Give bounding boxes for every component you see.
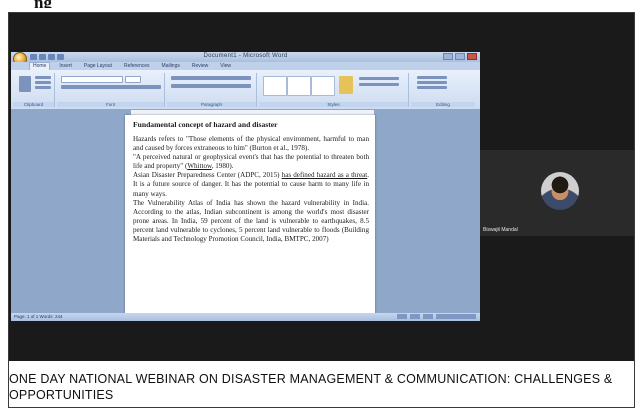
copy-icon[interactable] — [35, 81, 51, 84]
paragraph-2-underlined: Whittow — [187, 162, 212, 171]
paragraph-3: Asian Disaster Preparedness Center (ADPC… — [133, 171, 369, 198]
group-clipboard: Clipboard — [13, 73, 55, 107]
change-styles-icon[interactable] — [339, 76, 353, 94]
select-button-icon[interactable] — [417, 86, 447, 89]
cut-icon[interactable] — [35, 76, 51, 79]
tab-view[interactable]: View — [217, 62, 234, 70]
word-status-bar: Page: 1 of 1 Words: 244 — [11, 313, 480, 321]
group-label-editing: Editing — [411, 102, 475, 107]
ribbon-tabs: Home Insert Page Layout References Maili… — [11, 62, 480, 70]
replace-button-icon[interactable] — [417, 81, 447, 84]
status-page-info: Page: 1 of 1 Words: 244 — [14, 314, 63, 319]
paragraph-2-text-a: "A perceived natural or geophysical even… — [133, 153, 369, 171]
font-name-dropdown[interactable] — [61, 76, 123, 83]
alignment-buttons[interactable] — [171, 84, 251, 88]
style-no-spacing[interactable] — [287, 76, 311, 96]
tab-review[interactable]: Review — [189, 62, 211, 70]
group-font: Font — [57, 73, 165, 107]
paragraph-2-text-b: , 1980). — [211, 162, 234, 171]
quick-access-toolbar[interactable] — [30, 54, 64, 60]
font-size-dropdown[interactable] — [125, 76, 141, 83]
paragraph-4: The Vulnerability Atlas of India has sho… — [133, 198, 369, 244]
group-label-styles: Styles — [259, 102, 408, 107]
group-editing: Editing — [411, 73, 475, 107]
group-label-clipboard: Clipboard — [13, 102, 54, 107]
window-controls[interactable] — [443, 53, 477, 60]
style-normal[interactable] — [263, 76, 287, 96]
group-paragraph: Paragraph — [167, 73, 257, 107]
format-painter-icon[interactable] — [35, 86, 51, 89]
tab-home[interactable]: Home — [29, 62, 51, 70]
font-format-buttons[interactable] — [61, 85, 161, 89]
group-label-font: Font — [57, 102, 164, 107]
tab-insert[interactable]: Insert — [56, 62, 75, 70]
word-title-bar: Document1 - Microsoft Word — [11, 52, 480, 62]
style-heading-1[interactable] — [311, 76, 335, 96]
select-icon[interactable] — [359, 77, 399, 80]
webinar-caption: ONE DAY NATIONAL WEBINAR ON DISASTER MAN… — [9, 372, 613, 402]
word-window-title: Document1 - Microsoft Word — [203, 53, 288, 59]
find-icon[interactable] — [417, 76, 447, 79]
paragraph-1: Hazards refers to "Those elements of the… — [133, 135, 369, 153]
ribbon: Clipboard Font Paragraph Styles Editing — [11, 70, 480, 110]
document-heading: Fundamental concept of hazard and disast… — [133, 120, 278, 129]
group-styles: Styles — [259, 73, 409, 107]
shared-screen: Document1 - Microsoft Word Home Insert P… — [11, 52, 480, 321]
paragraph-3-underlined: has defined hazard as a threat — [281, 171, 368, 180]
participant-name: Biswajit Mandal — [483, 227, 518, 233]
view-controls[interactable] — [397, 314, 476, 319]
tab-mailings[interactable]: Mailings — [159, 62, 183, 70]
tab-references[interactable]: References — [121, 62, 153, 70]
paste-icon[interactable] — [19, 76, 31, 92]
list-buttons[interactable] — [171, 76, 251, 80]
document-page[interactable]: Fundamental concept of hazard and disast… — [125, 115, 375, 321]
cropped-heading-fragment: ng — [0, 0, 643, 8]
replace-icon[interactable] — [359, 83, 399, 86]
group-label-paragraph: Paragraph — [167, 102, 256, 107]
participant-avatar — [541, 172, 579, 210]
paragraph-2: "A perceived natural or geophysical even… — [133, 153, 369, 171]
tab-page-layout[interactable]: Page Layout — [81, 62, 115, 70]
paragraph-3-text-a: Asian Disaster Preparedness Center (ADPC… — [133, 171, 282, 180]
